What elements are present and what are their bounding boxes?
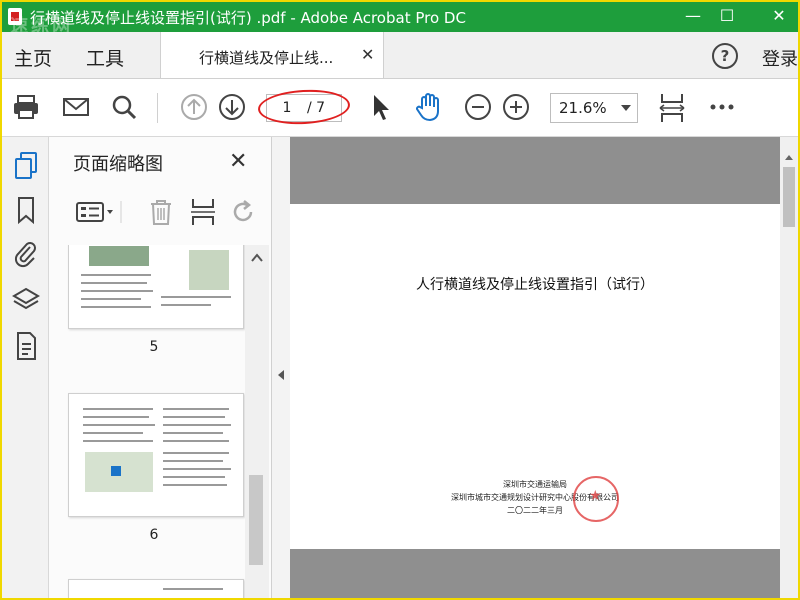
more-icon[interactable]	[708, 92, 736, 122]
help-button[interactable]: ?	[712, 43, 738, 69]
main-toolbar: 1 / 7 21.6%	[2, 79, 798, 137]
delete-page-icon[interactable]	[147, 197, 175, 227]
thumbnail-options-icon[interactable]	[75, 197, 127, 227]
zoom-in-icon[interactable]	[502, 92, 530, 122]
thumbnail-label: 5	[149, 339, 159, 355]
zoom-out-icon[interactable]	[464, 92, 492, 122]
minimize-button[interactable]: —	[678, 5, 708, 27]
thumbnail-list: 5 6	[49, 245, 271, 598]
thumbnail-figure	[85, 452, 153, 492]
tab-bar: 主页 工具 行横道线及停止线... ✕ ? 登录	[2, 32, 798, 79]
toolbar-separator	[157, 93, 158, 123]
scroll-up-icon[interactable]	[785, 155, 793, 160]
panel-collapse-handle[interactable]	[272, 137, 290, 598]
print-icon[interactable]	[12, 92, 40, 122]
fit-page-icon[interactable]	[658, 92, 686, 122]
bookmark-icon[interactable]	[12, 195, 40, 225]
document-properties-icon[interactable]	[12, 331, 40, 360]
page-thumbnail-5[interactable]	[68, 245, 244, 329]
tab-tools[interactable]: 工具	[86, 44, 124, 71]
page-thumbnail-7[interactable]	[68, 579, 244, 598]
navigation-rail	[2, 137, 49, 598]
panel-title: 页面缩略图	[73, 154, 163, 175]
insert-page-icon[interactable]	[189, 197, 217, 227]
issuer-line: 深圳市交通运输局	[503, 480, 567, 489]
document-scrollbar[interactable]	[780, 137, 798, 598]
zoom-level-value: 21.6%	[559, 99, 607, 117]
issuer-line: 深圳市城市交通规划设计研究中心股份有限公司	[451, 493, 619, 502]
thumbnail-scroll-thumb[interactable]	[249, 475, 263, 565]
attachment-icon[interactable]	[12, 239, 40, 268]
tab-home[interactable]: 主页	[14, 44, 52, 71]
close-window-button[interactable]: ✕	[764, 5, 794, 27]
layers-icon[interactable]	[12, 285, 40, 313]
page-down-icon[interactable]	[218, 92, 246, 122]
app-window: 速练网 行横道线及停止线设置指引(试行) .pdf - Adobe Acroba…	[0, 0, 800, 600]
email-icon[interactable]	[62, 92, 90, 122]
scroll-up-icon[interactable]	[251, 253, 263, 263]
pages-icon[interactable]	[12, 151, 40, 179]
close-tab-icon[interactable]: ✕	[361, 45, 374, 64]
title-bar: 速练网 行横道线及停止线设置指引(试行) .pdf - Adobe Acroba…	[2, 2, 798, 37]
document-scroll-thumb[interactable]	[783, 167, 795, 227]
zoom-level-dropdown[interactable]: 21.6%	[550, 93, 638, 123]
chevron-down-icon	[621, 105, 631, 111]
close-panel-icon[interactable]: ✕	[229, 149, 247, 174]
hand-tool-icon[interactable]	[414, 92, 444, 122]
window-title: 行横道线及停止线设置指引(试行) .pdf - Adobe Acrobat Pr…	[30, 9, 466, 27]
document-title: 人行横道线及停止线设置指引（试行）	[416, 277, 654, 293]
pdf-page: 人行横道线及停止线设置指引（试行） 深圳市交通运输局 深圳市城市交通规划设计研究…	[290, 204, 780, 549]
thumbnail-label: 6	[149, 527, 159, 543]
rotate-page-icon[interactable]	[229, 197, 257, 227]
thumbnail-figure	[89, 246, 149, 266]
search-icon[interactable]	[110, 92, 138, 122]
collapse-arrow-icon	[278, 370, 284, 380]
select-cursor-icon[interactable]	[368, 92, 392, 122]
page-thumbnails-panel: 页面缩略图 ✕ 5 6	[49, 137, 272, 598]
tab-document[interactable]: 行横道线及停止线... ✕	[160, 32, 384, 78]
thumbnail-scrollbar[interactable]	[245, 245, 269, 598]
issuer-date: 二〇二二年三月	[507, 506, 563, 515]
document-viewer[interactable]: 人行横道线及停止线设置指引（试行） 深圳市交通运输局 深圳市城市交通规划设计研究…	[290, 137, 780, 598]
maximize-button[interactable]: ☐	[712, 5, 742, 27]
thumbnail-figure	[189, 250, 229, 290]
login-button[interactable]: 登录	[762, 45, 798, 71]
document-tab-label: 行横道线及停止线...	[199, 49, 334, 67]
page-up-icon[interactable]	[180, 92, 208, 122]
official-seal-stamp	[573, 476, 619, 522]
page-thumbnail-6[interactable]	[68, 393, 244, 517]
